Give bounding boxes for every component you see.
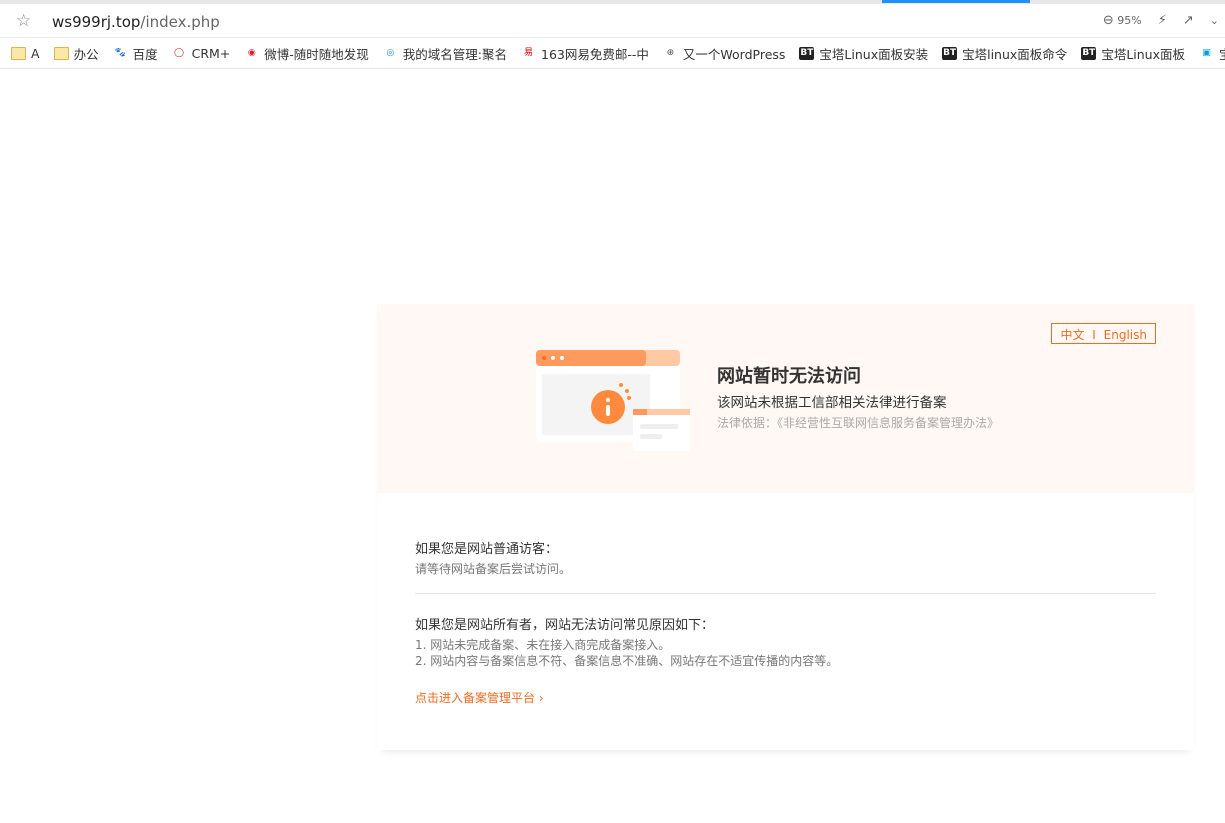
bookmark-item[interactable]: ◉ 微博-随时随地发现 <box>244 44 369 63</box>
bookmark-item[interactable]: ◯ CRM+ <box>172 45 231 61</box>
url-host: ws999rj.top <box>52 13 141 31</box>
bookmark-label: 我的域名管理:聚名 <box>402 46 507 62</box>
bookmark-item[interactable]: 易 163网易免费邮--中 <box>521 44 649 63</box>
divider <box>415 593 1156 594</box>
bilibili-icon: ▣ <box>1202 47 1211 58</box>
lang-separator: I <box>1092 328 1096 342</box>
bookmark-label: 宝塔Linux面板安装 <box>819 46 929 62</box>
zoom-level: 95% <box>1117 14 1142 27</box>
language-switch: 中文 I English <box>1051 323 1156 344</box>
link-label: 点击进入备案管理平台 <box>415 691 536 705</box>
info-window-illustration <box>536 350 690 451</box>
bt-icon: BT <box>942 46 958 60</box>
owner-heading: 如果您是网站所有者，网站无法访问常见原因如下： <box>415 618 715 633</box>
chevron-right-icon: › <box>538 691 544 705</box>
notice-title: 网站暂时无法访问 <box>717 366 861 387</box>
crm-icon: ◯ <box>174 47 185 58</box>
bookmark-label: CRM+ <box>191 45 231 61</box>
bookmark-label: 宝塔Linux面板 <box>1101 46 1185 62</box>
bookmark-item[interactable]: ⊕ 又一个WordPress <box>663 44 786 63</box>
reason-item: 2. 网站内容与备案信息不符、备案信息不准确、网站存在不适宜传播的内容等。 <box>415 654 839 668</box>
notice-card: 中文 I English 网站暂时无法访问 该网站未根据工信部相关法律进行备案 … <box>377 304 1194 750</box>
active-tab-indicator <box>882 0 1030 3</box>
globe-icon: ⊕ <box>666 47 675 58</box>
163-icon: 易 <box>523 47 533 58</box>
share-icon[interactable]: ↗ <box>1183 13 1194 28</box>
legal-basis: 法律依据：《非经营性互联网信息服务备案管理办法》 <box>717 416 1000 430</box>
url-input[interactable]: ws999rj.top/index.php <box>52 13 220 31</box>
bookmark-label: A <box>31 45 40 61</box>
bookmark-label: 办公 <box>73 46 99 62</box>
bookmark-item[interactable]: BT 宝塔linux面板命令 <box>942 44 1067 63</box>
bookmark-item[interactable]: 🐾 百度 <box>113 44 158 63</box>
bt-icon: BT <box>1081 46 1097 60</box>
visitor-heading: 如果您是网站普通访客： <box>415 542 559 557</box>
bookmark-label: 百度 <box>132 46 158 62</box>
notice-subtitle: 该网站未根据工信部相关法律进行备案 <box>717 395 947 411</box>
bt-icon: BT <box>799 46 815 60</box>
chevron-down-icon[interactable]: ⌄ <box>1210 14 1219 27</box>
bookmark-item[interactable]: ▣ 宝塔面板运 <box>1199 44 1225 63</box>
lang-en-link[interactable]: English <box>1104 328 1147 342</box>
baidu-icon: 🐾 <box>114 47 126 58</box>
lang-zh-link[interactable]: 中文 <box>1060 328 1084 342</box>
url-path: /index.php <box>140 13 220 31</box>
bookmark-label: 163网易免费邮--中 <box>541 46 649 62</box>
lightning-icon[interactable]: ⚡ <box>1158 13 1167 28</box>
bookmark-item[interactable]: A <box>11 46 40 61</box>
zoom-control[interactable]: ⊖ 95% <box>1103 13 1142 28</box>
bookmark-item[interactable]: 办公 <box>53 44 99 63</box>
bookmark-label: 微博-随时随地发现 <box>264 46 369 62</box>
notice-banner: 中文 I English 网站暂时无法访问 该网站未根据工信部相关法律进行备案 … <box>377 304 1194 493</box>
address-bar: ☆ ws999rj.top/index.php ⊖ 95% ⚡ ↗ ⌄ <box>0 4 1225 38</box>
folder-icon <box>11 46 26 60</box>
domain-icon: ◎ <box>386 47 395 58</box>
filing-platform-link[interactable]: 点击进入备案管理平台 › <box>415 689 1156 706</box>
bookmark-item[interactable]: ◎ 我的域名管理:聚名 <box>383 44 507 63</box>
bookmarks-bar: A 办公 🐾 百度 ◯ CRM+ ◉ 微博-随时随地发现 ◎ 我的域名管理:聚名 易 163网易免费邮… <box>0 38 1225 69</box>
bookmark-label: 又一个WordPress <box>682 46 786 62</box>
notice-details: 如果您是网站普通访客： 请等待网站备案后尝试访问。 如果您是网站所有者，网站无法… <box>377 493 1194 706</box>
folder-icon <box>53 46 69 60</box>
visitor-text: 请等待网站备案后尝试访问。 <box>415 562 572 576</box>
bookmark-item[interactable]: BT 宝塔Linux面板 <box>1081 44 1185 63</box>
zoom-out-icon: ⊖ <box>1102 13 1114 28</box>
bookmark-star-icon[interactable]: ☆ <box>16 11 31 31</box>
bookmark-label: 宝塔linux面板命令 <box>962 46 1068 62</box>
weibo-icon: ◉ <box>247 47 256 58</box>
bookmark-label: 宝塔面板运 <box>1219 44 1225 63</box>
bookmark-item[interactable]: BT 宝塔Linux面板安装 <box>799 44 928 63</box>
reason-item: 1. 网站未完成备案、未在接入商完成备案接入。 <box>415 638 671 652</box>
